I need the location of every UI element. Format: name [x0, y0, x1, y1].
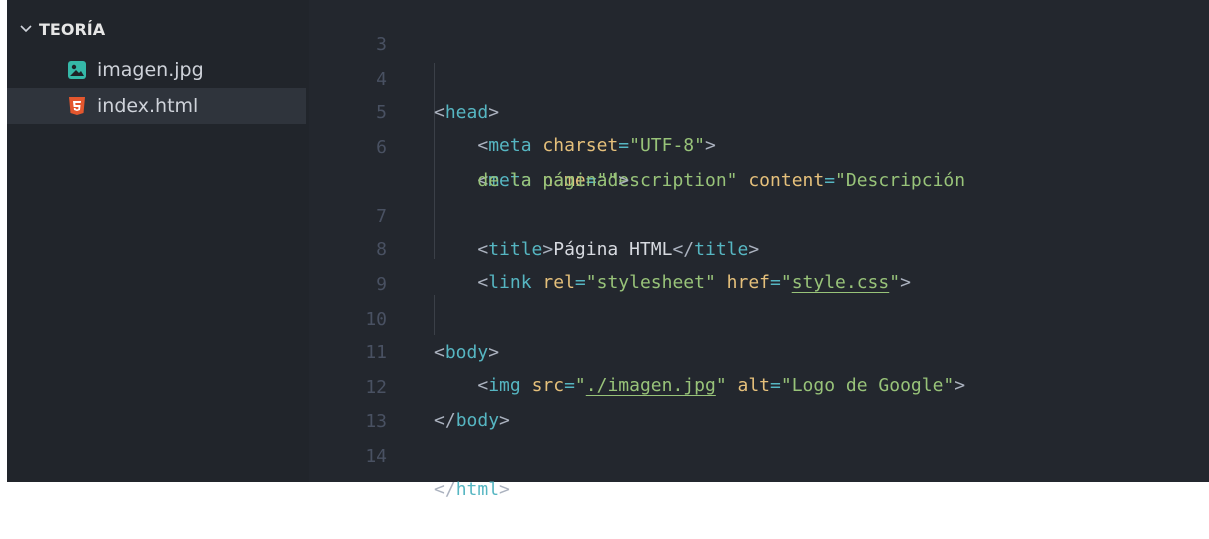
html5-file-icon — [69, 97, 85, 115]
code-line: 7 <title>Página HTML</title> — [309, 167, 1209, 260]
code-line: 11 <img src="./imagen.jpg" alt="Logo de … — [309, 303, 1209, 396]
code-editor[interactable]: 3 4 <head> 5 <meta charset="UTF-8"> 6 <m… — [309, 0, 1209, 500]
code-text: </html> — [434, 479, 510, 500]
file-item-label: index.html — [97, 95, 199, 117]
code-line: 6 <meta name="description" content="Desc… — [309, 98, 1209, 191]
file-item-label: imagen.jpg — [97, 59, 204, 81]
code-line: 9 — [309, 235, 1209, 295]
image-file-icon — [68, 61, 86, 79]
code-line: 13 — [309, 372, 1209, 432]
code-line: 5 <meta charset="UTF-8"> — [309, 63, 1209, 156]
code-line: 8 <link rel="stylesheet" href="style.css… — [309, 200, 1209, 293]
explorer-folder-header[interactable]: TEORÍA — [7, 14, 309, 44]
code-line: 14 </html> — [309, 407, 1209, 500]
explorer-folder-title: TEORÍA — [39, 19, 106, 39]
editor-window: TEORÍA imagen.jpg index.html 3 4 <head> … — [7, 0, 1209, 500]
explorer-sidebar: TEORÍA imagen.jpg index.html — [7, 0, 309, 482]
file-item-index-html[interactable]: index.html — [7, 88, 306, 124]
line-number: 14 — [365, 446, 387, 467]
file-item-imagen-jpg[interactable]: imagen.jpg — [7, 52, 306, 88]
chevron-down-icon — [20, 25, 32, 33]
code-line: 4 <head> — [309, 30, 1209, 123]
code-line: 3 — [309, 0, 1209, 55]
code-line-wrap: de la página"> — [309, 131, 1209, 191]
code-line: 10 <body> — [309, 270, 1209, 363]
code-line: 12 </body> — [309, 338, 1209, 431]
